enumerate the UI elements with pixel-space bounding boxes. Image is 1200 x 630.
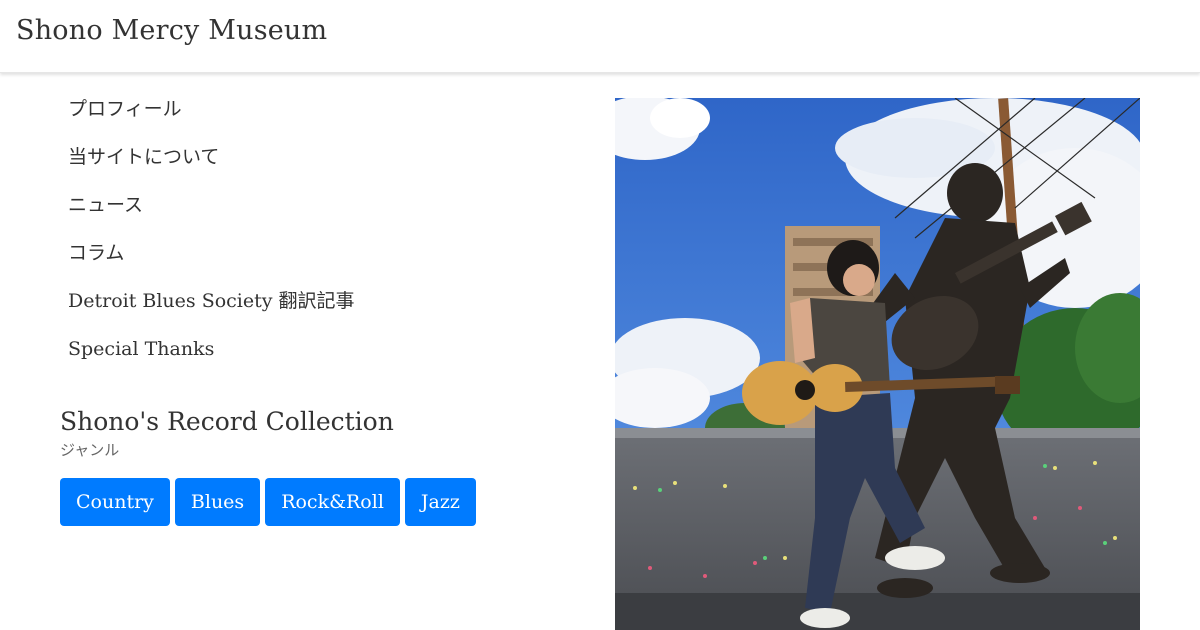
top-navbar: Shono Mercy Museum <box>0 0 1200 73</box>
hero-photo <box>615 98 1140 630</box>
menu-item-dbs-translations: Detroit Blues Society 翻訳記事 <box>68 286 355 334</box>
menu-link-about[interactable]: 当サイトについて <box>68 146 219 168</box>
menu-link-special-thanks[interactable]: Special Thanks <box>68 338 214 360</box>
menu-link-column[interactable]: コラム <box>68 242 124 264</box>
genre-label: ジャンル <box>60 441 120 459</box>
menu-item-profile: プロフィール <box>68 94 355 142</box>
genre-button-group: Country Blues Rock&Roll Jazz <box>60 478 476 526</box>
genre-country-button[interactable]: Country <box>60 478 170 526</box>
menu-item-about: 当サイトについて <box>68 142 355 190</box>
genre-rocknroll-button[interactable]: Rock&Roll <box>265 478 400 526</box>
main-menu: プロフィール 当サイトについて ニュース コラム Detroit Blues S… <box>68 94 355 382</box>
menu-link-dbs-translations[interactable]: Detroit Blues Society 翻訳記事 <box>68 290 355 312</box>
menu-item-news: ニュース <box>68 190 355 238</box>
menu-link-profile[interactable]: プロフィール <box>68 98 182 120</box>
genre-blues-button[interactable]: Blues <box>174 478 261 526</box>
site-brand-link[interactable]: Shono Mercy Museum <box>16 15 327 46</box>
record-collection-title: Shono's Record Collection <box>60 407 394 436</box>
genre-jazz-button[interactable]: Jazz <box>404 478 476 526</box>
menu-item-column: コラム <box>68 238 355 286</box>
menu-link-news[interactable]: ニュース <box>68 194 143 216</box>
menu-item-special-thanks: Special Thanks <box>68 334 355 382</box>
